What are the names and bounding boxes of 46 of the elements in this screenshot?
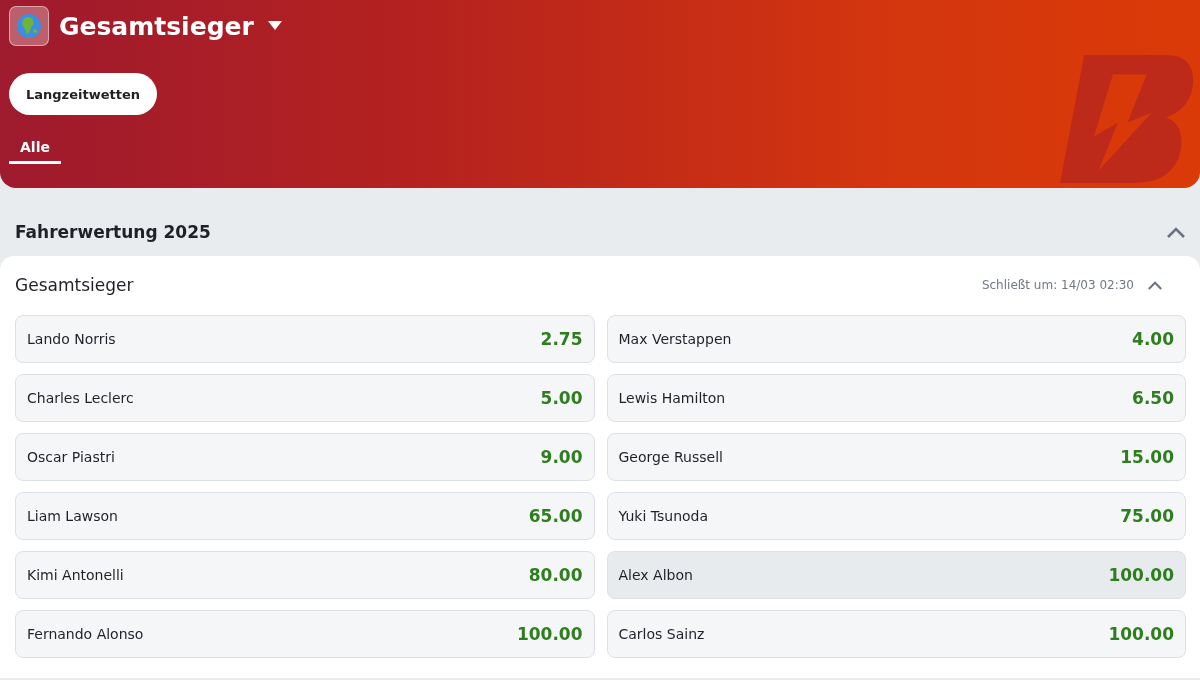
closing-time: Schließt um: 14/03 02:30 [981,278,1134,292]
driver-name: Liam Lawson [27,508,118,524]
odds-button[interactable]: Kimi Antonelli 80.00 [15,551,595,599]
odds-value: 100.00 [1108,624,1174,644]
odds-button[interactable]: Alex Albon 100.00 [606,551,1186,599]
odds-button[interactable]: Lando Norris 2.75 [15,315,595,363]
odds-button[interactable]: Fernando Alonso 100.00 [15,610,595,658]
odds-value: 75.00 [1120,506,1174,526]
odds-button[interactable]: Carlos Sainz 100.00 [606,610,1186,658]
odds-button[interactable]: Max Verstappen 4.00 [606,315,1186,363]
driver-name: Lewis Hamilton [618,390,726,406]
odds-value: 65.00 [528,506,583,526]
driver-name: Yuki Tsunoda [618,508,709,524]
driver-name: Kimi Antonelli [27,567,124,583]
longterm-bets-button[interactable]: Langzeitwetten [9,73,157,115]
odds-value: 100.00 [516,624,583,644]
collapse-chevron-icon[interactable] [1167,226,1185,238]
driver-name: George Russell [618,449,723,465]
driver-name: Fernando Alonso [27,626,144,642]
odds-value: 80.00 [528,565,583,585]
odds-value: 6.50 [1132,388,1174,408]
section-title: Fahrerwertung 2025 [15,222,211,242]
odds-button[interactable]: Lewis Hamilton 6.50 [606,374,1186,422]
driver-name: Alex Albon [618,567,693,583]
driver-name: Lando Norris [27,331,116,347]
odds-value: 9.00 [540,447,583,467]
caret-icon[interactable] [267,21,282,31]
driver-name: Max Verstappen [618,331,732,347]
odds-value: 100.00 [1108,565,1174,585]
odds-button[interactable]: Yuki Tsunoda 75.00 [606,492,1186,540]
page-title[interactable]: Gesamtsieger [59,11,254,41]
market-title: Gesamtsieger [15,275,135,295]
driver-name: Carlos Sainz [618,626,705,642]
odds-button[interactable]: Liam Lawson 65.00 [15,492,595,540]
odds-value: 5.00 [540,388,583,408]
odds-button[interactable]: Charles Leclerc 5.00 [15,374,595,422]
odds-button[interactable]: George Russell 15.00 [606,433,1186,481]
filter-tab[interactable]: Alle [9,135,61,164]
collapse-chevron-icon[interactable] [1148,280,1162,290]
odds-value: 2.75 [540,329,583,349]
globe-icon [9,6,49,46]
odds-value: 15.00 [1120,447,1174,467]
odds-button[interactable]: Oscar Piastri 9.00 [15,433,595,481]
driver-name: Oscar Piastri [27,449,115,465]
driver-name: Charles Leclerc [27,390,134,406]
odds-value: 4.00 [1132,329,1174,349]
